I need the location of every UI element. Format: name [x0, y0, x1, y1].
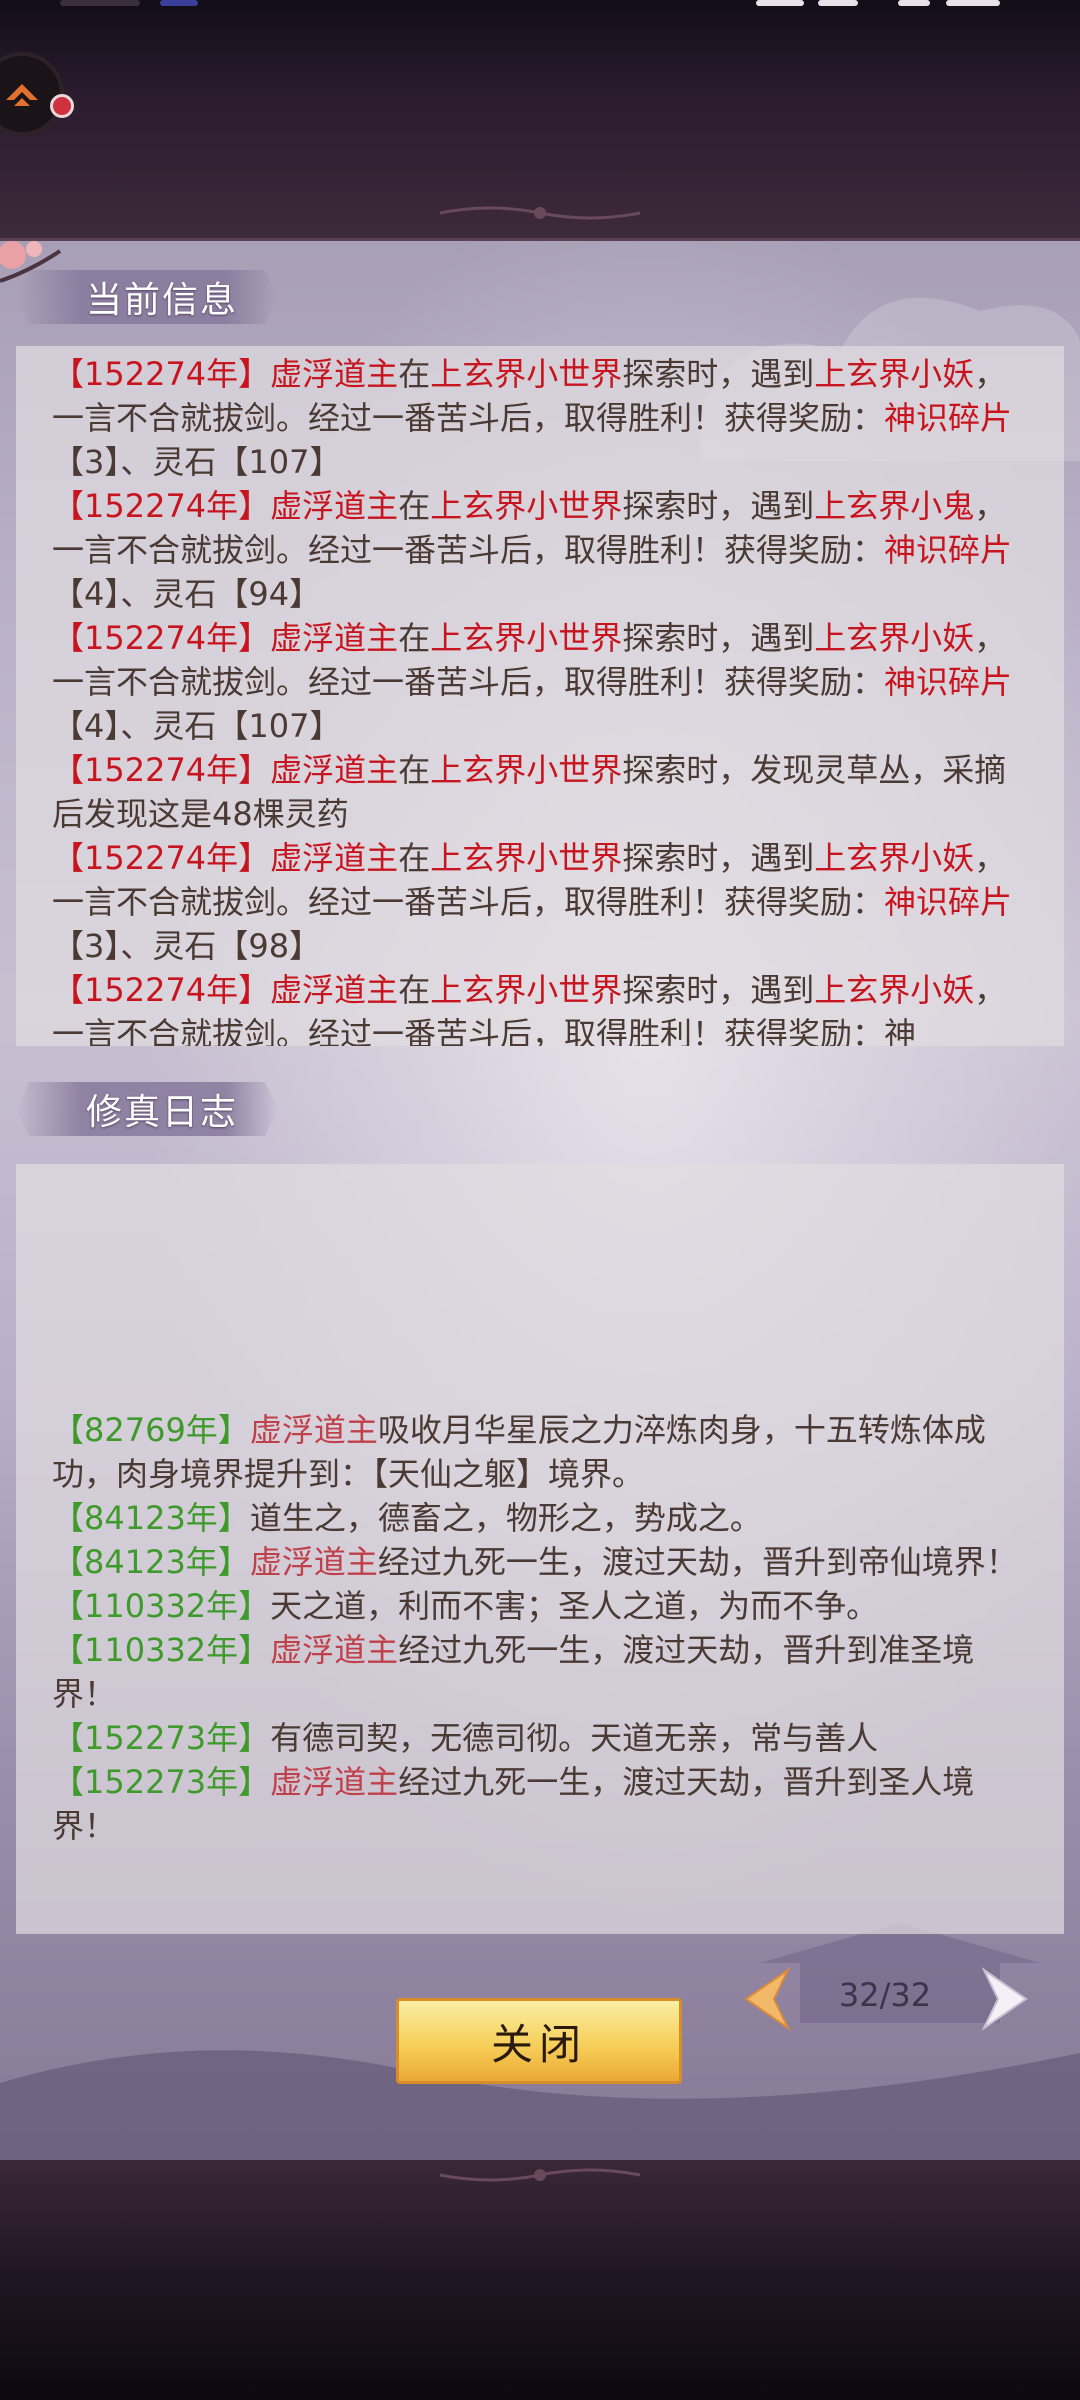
prev-arrow-icon[interactable] — [736, 1966, 796, 2032]
ornament-divider — [440, 206, 640, 220]
log-entry: 【152274年】虚浮道主在上玄界小世界探索时，遇到上玄界小妖，一言不合就拔剑。… — [52, 619, 1013, 745]
ornament-divider — [440, 2168, 640, 2182]
cultivation-log[interactable]: 【82769年】虚浮道主吸收月华星辰之力淬炼肉身，十五转炼体成功，肉身境界提升到… — [16, 1164, 1064, 1934]
next-arrow-icon[interactable] — [976, 1966, 1036, 2032]
app-logo-icon[interactable] — [0, 52, 64, 136]
top-bar — [0, 0, 1080, 238]
status-bar-indicator — [756, 0, 804, 6]
status-bar-indicator — [946, 0, 1000, 6]
current-info-log[interactable]: 【152274年】虚浮道主在上玄界小世界探索时，遇到上玄界小妖，一言不合就拔剑。… — [16, 346, 1064, 1046]
close-button[interactable]: 关闭 — [396, 1998, 682, 2084]
log-entry: 【152274年】虚浮道主在上玄界小世界探索时，遇到上玄界小鬼，一言不合就拔剑。… — [52, 487, 1013, 613]
log-entry: 【110332年】天之道，利而不害；圣人之道，为而不争。 — [52, 1587, 879, 1625]
log-entry: 【152274年】虚浮道主在上玄界小世界探索时，遇到上玄界小妖，一言不合就拔剑。… — [52, 839, 1013, 965]
status-bar-indicator — [818, 0, 858, 6]
log-entry: 【110332年】虚浮道主经过九死一生，渡过天劫，晋升到准圣境界！ — [52, 1631, 975, 1713]
section-header-cultivation-log: 修真日志 — [16, 1082, 279, 1136]
section-header-current-info: 当前信息 — [16, 270, 279, 324]
log-entry: 【152274年】虚浮道主在上玄界小世界探索时，遇到上玄界小妖，一言不合就拔剑。… — [52, 355, 1013, 481]
section-title: 修真日志 — [16, 1082, 279, 1136]
log-entry: 【84123年】虚浮道主经过九死一生，渡过天劫，晋升到帝仙境界！ — [52, 1543, 1018, 1581]
bottom-bar — [0, 2160, 1080, 2400]
log-entry: 【152274年】虚浮道主在上玄界小世界探索时，遇到上玄界小妖，一言不合就拔剑。… — [52, 971, 1007, 1046]
status-bar-indicator — [160, 0, 198, 6]
status-bar-indicator — [60, 0, 140, 6]
section-title: 当前信息 — [16, 270, 279, 324]
page-indicator: 32/32 — [838, 1976, 932, 2014]
log-entry: 【152273年】虚浮道主经过九死一生，渡过天劫，晋升到圣人境界！ — [52, 1763, 975, 1845]
log-spacer — [52, 1170, 1028, 1408]
status-bar-indicator — [898, 0, 930, 6]
notification-dot — [50, 94, 74, 118]
log-entry: 【152273年】有德司契，无德司彻。天道无亲，常与善人 — [52, 1719, 879, 1757]
log-entry: 【84123年】道生之，德畜之，物形之，势成之。 — [52, 1499, 762, 1537]
log-entry: 【152274年】虚浮道主在上玄界小世界探索时，发现灵草丛，采摘后发现这是48棵… — [52, 751, 1007, 833]
log-entry: 【82769年】虚浮道主吸收月华星辰之力淬炼肉身，十五转炼体成功，肉身境界提升到… — [52, 1411, 986, 1493]
